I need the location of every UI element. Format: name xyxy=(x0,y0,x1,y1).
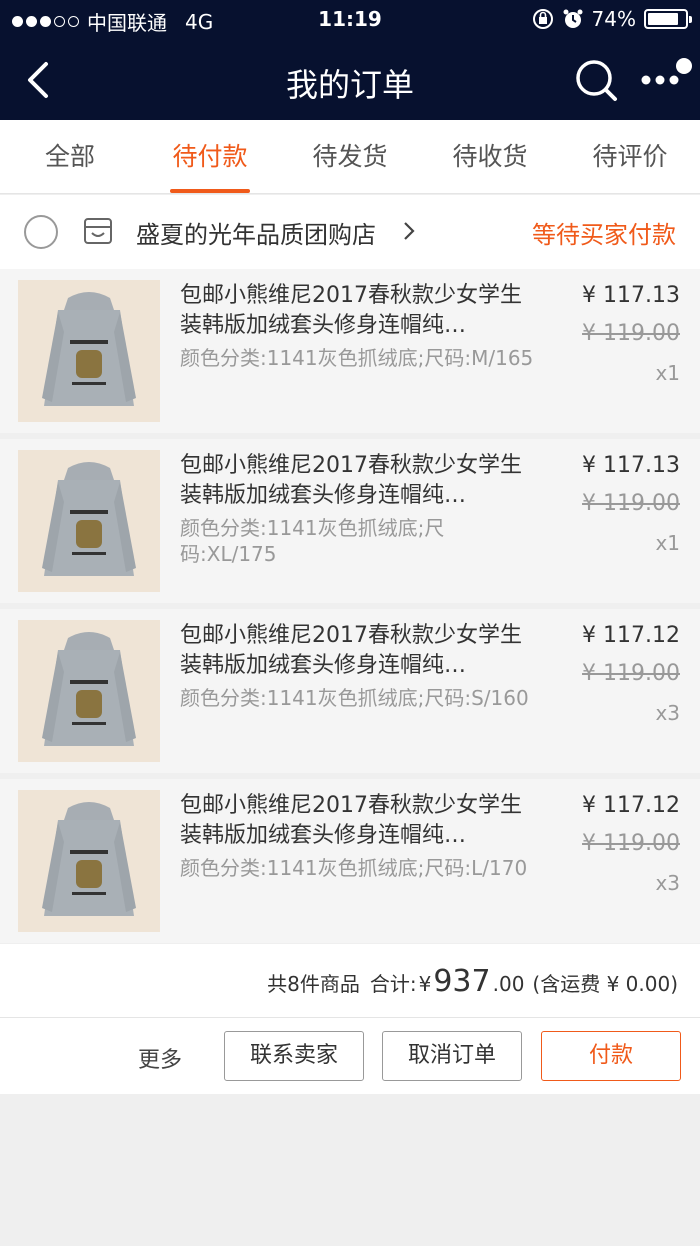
shop-name[interactable]: 盛夏的光年品质团购店 xyxy=(136,215,376,250)
product-title[interactable]: 包邮小熊维尼2017春秋款少女学生装韩版加绒套头修身连帽纯… xyxy=(180,281,540,341)
product-title[interactable]: 包邮小熊维尼2017春秋款少女学生装韩版加绒套头修身连帽纯… xyxy=(180,791,540,851)
tab-pending-receipt[interactable]: 待收货 xyxy=(420,120,560,193)
product-quantity: x1 xyxy=(655,531,680,555)
original-price: ¥ 119.00 xyxy=(582,661,680,686)
product-price: ¥ 117.12 xyxy=(582,623,680,648)
total-label: 合计: xyxy=(369,972,417,996)
search-icon[interactable] xyxy=(574,58,618,102)
order-summary: 共8件商品 合计: ¥ 937 .00 (含运费 ¥ 0.00) xyxy=(0,944,700,1018)
status-bar: 中国联通 4G 11:19 74% xyxy=(0,0,700,40)
product-price: ¥ 117.12 xyxy=(582,793,680,818)
product-spec: 颜色分类:1141灰色抓绒底;尺码:XL/175 xyxy=(180,516,445,566)
order-status: 等待买家付款 xyxy=(532,221,676,249)
select-order-checkbox[interactable] xyxy=(24,215,58,249)
order-tabs: 全部 待付款 待发货 待收货 待评价 xyxy=(0,120,700,194)
tab-pending-shipment[interactable]: 待发货 xyxy=(280,120,420,193)
product-quantity: x3 xyxy=(655,871,680,895)
contact-seller-button[interactable]: 联系卖家 xyxy=(224,1031,364,1081)
more-options-icon[interactable] xyxy=(640,54,696,98)
rotation-lock-icon xyxy=(532,9,553,29)
product-price: ¥ 117.13 xyxy=(582,283,680,308)
original-price: ¥ 119.00 xyxy=(582,831,680,856)
cancel-order-button[interactable]: 取消订单 xyxy=(382,1031,522,1081)
order-item[interactable]: 包邮小熊维尼2017春秋款少女学生装韩版加绒套头修身连帽纯… 颜色分类:1141… xyxy=(0,439,700,603)
top-bar: 中国联通 4G 11:19 74% 我的订单 xyxy=(0,0,700,120)
alarm-icon xyxy=(563,9,583,28)
original-price: ¥ 119.00 xyxy=(582,491,680,516)
total-decimals: .00 xyxy=(492,972,525,996)
product-image[interactable] xyxy=(18,280,160,422)
tab-all[interactable]: 全部 xyxy=(0,120,140,193)
product-title[interactable]: 包邮小熊维尼2017春秋款少女学生装韩版加绒套头修身连帽纯… xyxy=(180,451,540,511)
shop-header: 盛夏的光年品质团购店 等待买家付款 xyxy=(0,195,700,269)
original-price: ¥ 119.00 xyxy=(582,321,680,346)
order-item[interactable]: 包邮小熊维尼2017春秋款少女学生装韩版加绒套头修身连帽纯… 颜色分类:1141… xyxy=(0,269,700,433)
total-amount: 937 xyxy=(433,964,491,999)
order-item[interactable]: 包邮小熊维尼2017春秋款少女学生装韩版加绒套头修身连帽纯… 颜色分类:1141… xyxy=(0,609,700,773)
shipping-fee: (含运费 ¥ 0.00) xyxy=(532,972,678,996)
tab-pending-review[interactable]: 待评价 xyxy=(560,120,700,193)
product-spec: 颜色分类:1141灰色抓绒底;尺码:S/160 xyxy=(180,686,529,710)
product-image[interactable] xyxy=(18,450,160,592)
battery-icon xyxy=(644,9,692,29)
store-icon xyxy=(84,218,112,244)
nav-bar: 我的订单 xyxy=(0,40,700,120)
product-spec: 颜色分类:1141灰色抓绒底;尺码:M/165 xyxy=(180,346,534,370)
product-title[interactable]: 包邮小熊维尼2017春秋款少女学生装韩版加绒套头修身连帽纯… xyxy=(180,621,540,681)
product-price: ¥ 117.13 xyxy=(582,453,680,478)
pay-button[interactable]: 付款 xyxy=(541,1031,681,1081)
order-actions: 更多 联系卖家 取消订单 付款 xyxy=(0,1018,700,1094)
order-item[interactable]: 包邮小熊维尼2017春秋款少女学生装韩版加绒套头修身连帽纯… 颜色分类:1141… xyxy=(0,779,700,943)
currency-symbol: ¥ xyxy=(418,972,432,996)
tab-pending-payment[interactable]: 待付款 xyxy=(140,120,280,193)
battery-percent: 74% xyxy=(591,7,636,31)
product-spec: 颜色分类:1141灰色抓绒底;尺码:L/170 xyxy=(180,856,528,880)
item-count: 共8件商品 xyxy=(267,972,360,996)
chevron-right-icon[interactable] xyxy=(400,219,418,249)
product-image[interactable] xyxy=(18,790,160,932)
product-quantity: x1 xyxy=(655,361,680,385)
product-image[interactable] xyxy=(18,620,160,762)
more-button[interactable]: 更多 xyxy=(138,1042,182,1074)
product-quantity: x3 xyxy=(655,701,680,725)
